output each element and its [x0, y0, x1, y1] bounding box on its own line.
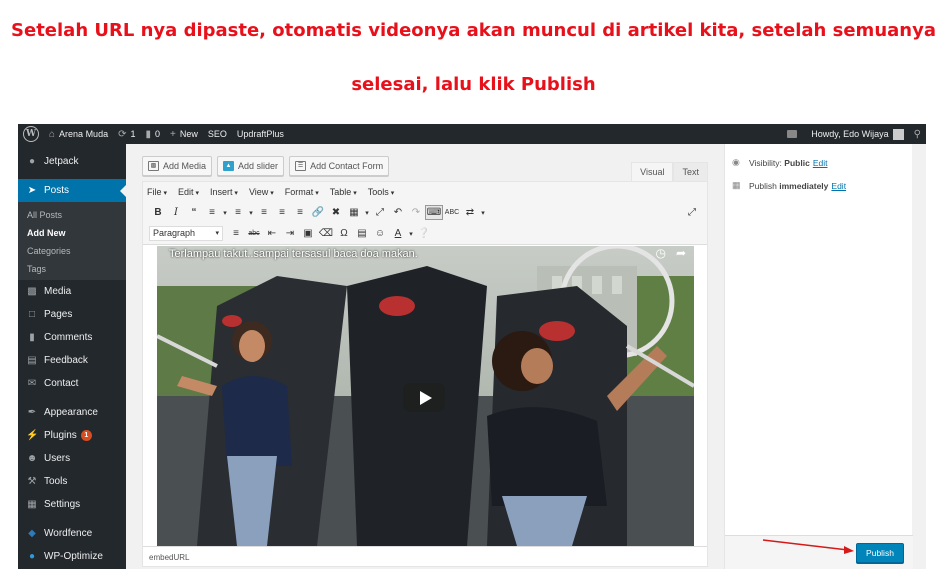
instruction-caption-line-1: Setelah URL nya dipaste, otomatis videon… [11, 20, 936, 41]
instruction-caption-line-2: selesai, lalu klik Publish [351, 74, 596, 95]
wordpress-screenshot: W ⌂ Arena Muda ⟳ 1 ▮ 0 + New SEO UpdraftPlus… [18, 124, 926, 569]
red-arrow-annotation [762, 539, 854, 554]
